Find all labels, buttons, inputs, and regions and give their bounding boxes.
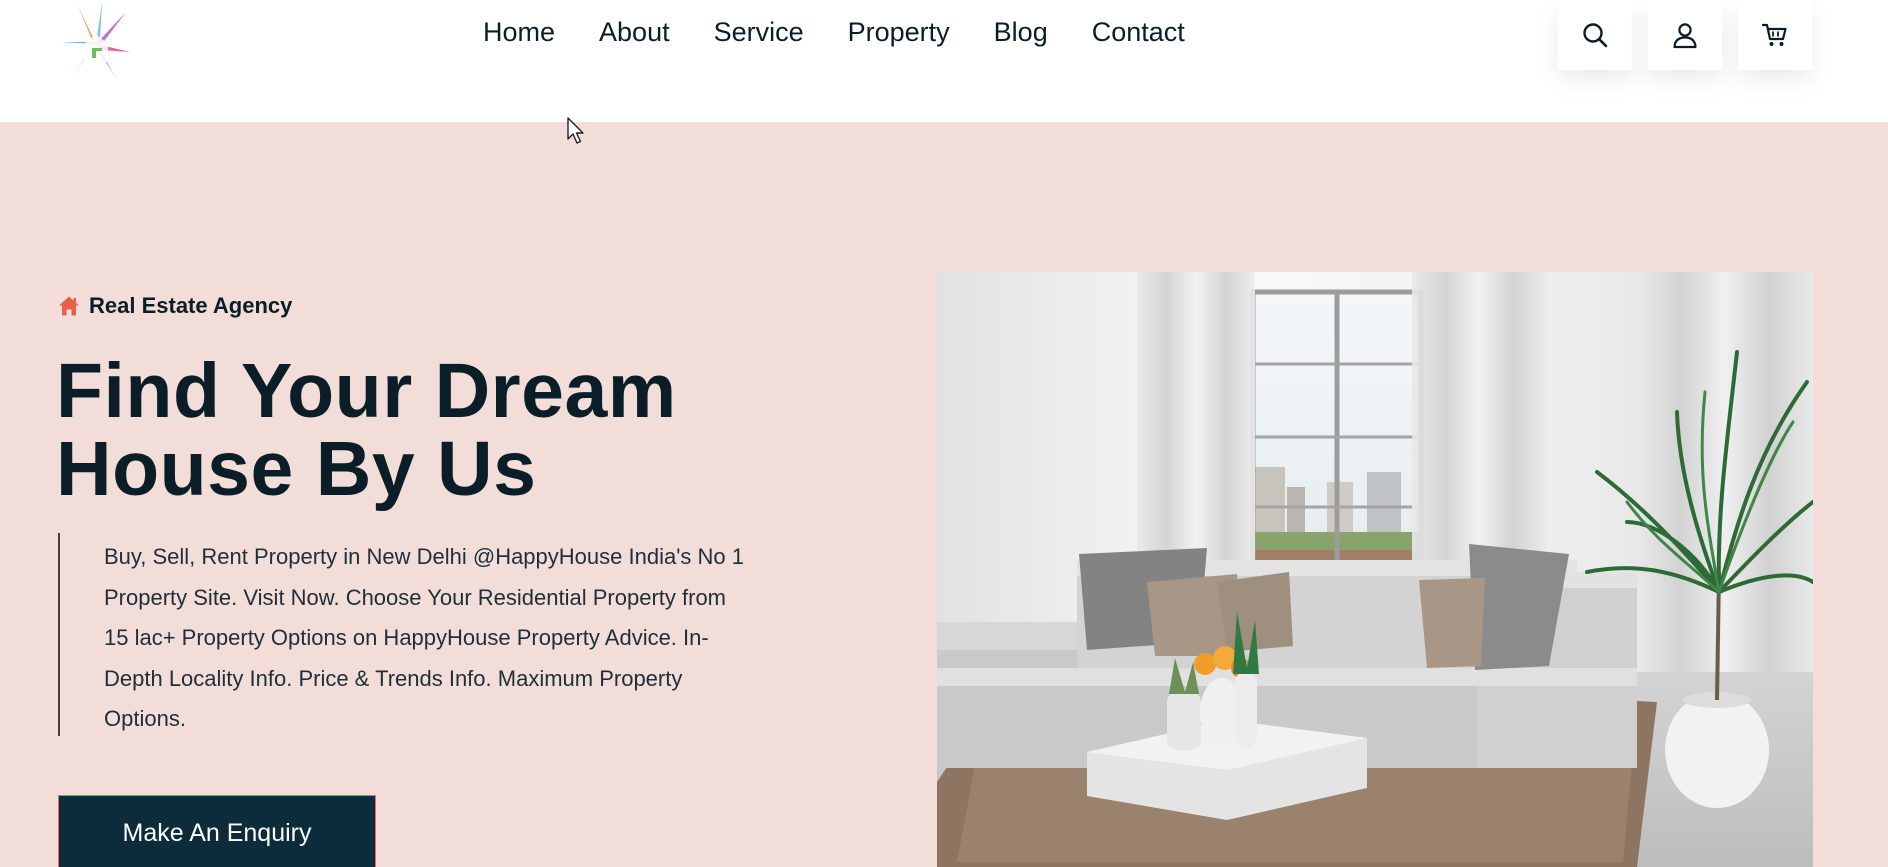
hero-description-block: Buy, Sell, Rent Property in New Delhi @H… [58,533,744,736]
logo-icon [60,2,130,78]
cart-icon [1761,23,1787,46]
hero-tag-label: Real Estate Agency [89,293,293,318]
nav-home[interactable]: Home [483,14,555,50]
account-button[interactable] [1648,0,1722,70]
make-enquiry-button[interactable]: Make An Enquiry [58,795,376,867]
hero-description: Buy, Sell, Rent Property in New Delhi @H… [104,544,744,731]
nav-about[interactable]: About [599,14,670,50]
cart-button[interactable] [1738,0,1812,70]
hero-title: Find Your Dream House By Us [56,352,816,508]
search-button[interactable] [1558,0,1632,70]
site-header: Home About Service Property Blog Contact [0,0,1888,122]
nav-blog[interactable]: Blog [994,14,1048,50]
home-icon [59,296,79,316]
main-nav: Home About Service Property Blog Contact [483,14,1185,50]
hero-title-line-2: House By Us [56,426,537,512]
room-illustration [937,272,1813,867]
nav-property[interactable]: Property [848,14,950,50]
hero-title-line-1: Find Your Dream [56,348,677,434]
nav-service[interactable]: Service [714,14,804,50]
site-logo[interactable] [56,0,136,80]
user-icon [1673,23,1697,49]
nav-contact[interactable]: Contact [1092,14,1185,50]
hero-tag: Real Estate Agency [58,293,292,319]
mouse-cursor-icon [567,117,584,144]
hero-section: Real Estate Agency Find Your Dream House… [0,122,1888,867]
search-icon [1583,23,1608,48]
living-room-image [937,272,1813,867]
